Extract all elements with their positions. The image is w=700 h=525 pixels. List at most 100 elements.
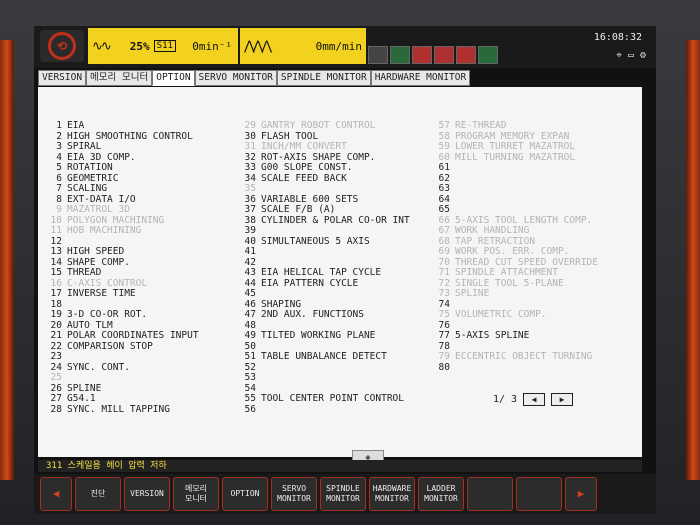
power-logo-icon: ⟲ <box>48 32 76 60</box>
option-label: EIA 3D COMP. <box>67 151 136 163</box>
option-number: 69 <box>438 246 450 257</box>
option-column-3: 57 RE-THREAD 58 PROGRAM MEMORY EXPAN 59 LOWER… <box>434 120 598 374</box>
option-label: ROT-AXIS SHAPE COMP. <box>261 151 376 163</box>
option-row: 79 ECCENTRIC OBJECT TURNING <box>434 351 598 363</box>
option-label: SPLINE <box>455 288 490 299</box>
option-row: 80 <box>434 361 598 374</box>
softkey-version-button[interactable]: VERSION <box>124 477 170 511</box>
option-row: 60 MILL TURNING MAZATROL <box>434 152 598 164</box>
option-row: 24 SYNC. CONT. <box>46 361 199 374</box>
option-label: TOOL CENTER POINT CONTROL <box>261 393 404 404</box>
option-label: C-AXIS CONTROL <box>67 277 148 289</box>
status-icon-strip <box>368 46 498 64</box>
option-row: 52 <box>240 362 410 374</box>
option-label: THREAD CUT SPEED OVERRIDE <box>455 256 598 268</box>
tab-spindle-monitor[interactable]: SPINDLE MONITOR <box>276 70 371 86</box>
next-page-button[interactable]: ▶ <box>551 393 574 406</box>
option-number: 56 <box>244 403 256 415</box>
option-number: 3 <box>56 141 62 152</box>
option-number: 11 <box>50 225 62 236</box>
tab-version[interactable]: VERSION <box>38 70 87 86</box>
option-label: SPINDLE ATTACHMENT <box>455 267 558 278</box>
pager: 1/ 3 ◀ ▶ <box>493 393 574 406</box>
option-row: 44 EIA PATTERN CYCLE <box>240 278 410 290</box>
softkey-blank-2-button[interactable] <box>516 477 562 511</box>
left-trim <box>0 40 14 480</box>
option-label: SINGLE TOOL 5-PLANE <box>455 277 564 289</box>
option-label: SCALING <box>67 183 108 194</box>
location-icon[interactable]: ⌖ <box>616 50 622 61</box>
option-number: 33 <box>244 162 256 173</box>
option-label: INVERSE TIME <box>67 288 136 299</box>
option-number: 1 <box>56 120 62 131</box>
tab-servo-monitor[interactable]: SERVO MONITOR <box>194 70 277 86</box>
option-label: EIA HELICAL TAP CYCLE <box>261 267 382 278</box>
option-number: 41 <box>244 246 256 257</box>
option-label: SYNC. CONT. <box>67 361 130 373</box>
option-label: TAP RETRACTION <box>455 235 536 247</box>
option-row: 40 SIMULTANEOUS 5 AXIS <box>240 236 410 248</box>
option-number: 9 <box>56 204 62 215</box>
gear-icon[interactable]: ⚙ <box>640 50 646 61</box>
option-number: 63 <box>438 183 450 194</box>
option-label: GANTRY ROBOT CONTROL <box>261 120 376 131</box>
window-icon[interactable]: ▭ <box>628 50 634 61</box>
softkey-spindle-monitor-button[interactable]: SPINDLE MONITOR <box>320 477 366 511</box>
option-number: 67 <box>438 225 450 236</box>
option-number: 35 <box>244 183 256 194</box>
option-label: SPLINE <box>67 382 102 394</box>
option-label: COMPARISON STOP <box>67 340 153 352</box>
option-label: MAZATROL 3D <box>67 204 130 215</box>
option-number: 43 <box>244 267 256 278</box>
option-label: 3-D CO-OR ROT. <box>67 309 148 320</box>
softkey-blank-1-button[interactable] <box>467 477 513 511</box>
option-number: 75 <box>438 309 450 320</box>
option-label: EIA <box>67 120 85 131</box>
option-row: 62 <box>434 173 598 185</box>
softkey-prev-button[interactable]: ◀ <box>40 477 72 511</box>
option-row: 63 <box>434 183 598 195</box>
option-row: 56 <box>240 403 410 416</box>
option-row: 64 <box>434 194 598 206</box>
softkey-next-button[interactable]: ▶ <box>565 477 597 511</box>
option-row: 75 VOLUMETRIC COMP. <box>434 309 598 321</box>
tab-hardware-monitor[interactable]: HARDWARE MONITOR <box>370 70 471 86</box>
softkey-option-button[interactable]: OPTION <box>222 477 268 511</box>
softkey-ladder-monitor-button[interactable]: LADDER MONITOR <box>418 477 464 511</box>
feed-override-value: 25% <box>129 39 150 53</box>
tool-icon <box>390 46 410 64</box>
option-list-panel: 1 EIA 2 HIGH SMOOTHING CONTROL 3 SPIRAL 4 EIA 3… <box>38 87 642 457</box>
option-row: 77 5-AXIS SPLINE <box>434 330 598 342</box>
tab-option[interactable]: OPTION <box>152 70 195 86</box>
status-icon-green <box>478 46 498 64</box>
option-number: 29 <box>244 120 256 131</box>
softkey-hardware-monitor-button[interactable]: HARDWARE MONITOR <box>369 477 415 511</box>
option-number: 65 <box>438 204 450 215</box>
option-row: 41 <box>240 246 410 258</box>
softkey-memory-monitor-button[interactable]: 메모리 모니터 <box>173 477 219 511</box>
prev-page-button[interactable]: ◀ <box>523 393 546 406</box>
softkey-servo-monitor-button[interactable]: SERVO MONITOR <box>271 477 317 511</box>
option-number: 80 <box>438 361 450 373</box>
option-label: POLYGON MACHINING <box>67 214 165 226</box>
option-row: 17 INVERSE TIME <box>46 288 199 300</box>
softkey-diagnosis-button[interactable]: 진단 <box>75 477 121 511</box>
option-label: VOLUMETRIC COMP. <box>455 309 547 320</box>
option-label: AUTO TLM <box>67 319 113 331</box>
option-label: HIGH SMOOTHING CONTROL <box>67 130 193 142</box>
cnc-screen: ⟲ ∿∿ 25% S11 0min⁻¹ ⋀⋀⋀ 0mm/min 16:08:32… <box>34 26 656 514</box>
option-number: 39 <box>244 225 256 236</box>
machine-logo[interactable]: ⟲ <box>40 30 84 62</box>
option-row: 61 <box>434 162 598 174</box>
option-label: GEOMETRIC <box>67 172 119 184</box>
option-number: 7 <box>56 183 62 194</box>
option-label: G00 SLOPE CONST. <box>261 162 353 173</box>
option-number: 31 <box>244 141 256 152</box>
tab-memory-monitor[interactable]: 메모리 모니터 <box>86 70 153 86</box>
option-label: HIGH SPEED <box>67 246 125 257</box>
option-column-1: 1 EIA 2 HIGH SMOOTHING CONTROL 3 SPIRAL 4 EIA 3… <box>46 120 199 415</box>
wave-icon: ∿∿ <box>92 38 112 54</box>
softkey-bar: ◀ 진단 VERSION 메모리 모니터 OPTION SERVO MONITO… <box>34 474 656 514</box>
feed-rate-value: 0mm/min <box>315 39 362 53</box>
tab-bar: VERSION 메모리 모니터 OPTION SERVO MONITOR SPI… <box>38 70 471 86</box>
